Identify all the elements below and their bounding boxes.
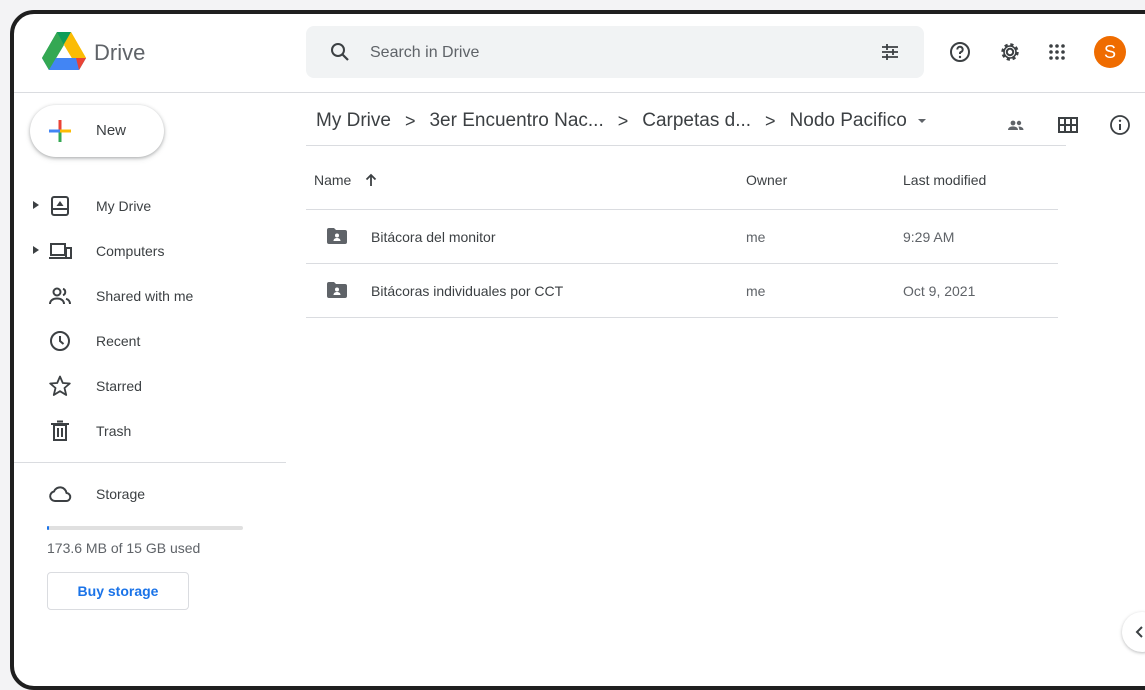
shared-folder-icon[interactable] xyxy=(1004,113,1028,137)
chevron-right-icon: > xyxy=(617,110,629,131)
cloud-icon xyxy=(49,486,72,503)
computers-icon xyxy=(49,243,72,259)
content-divider xyxy=(306,145,1066,146)
app-title[interactable]: Drive xyxy=(94,40,145,66)
trash-icon xyxy=(51,420,69,441)
column-header-name[interactable]: Name xyxy=(314,172,351,188)
top-bar: Drive S xyxy=(14,14,1145,93)
sidebar-item-label: My Drive xyxy=(96,198,152,214)
table-row[interactable]: Bitácora del monitor me 9:29 AM xyxy=(306,209,1058,264)
sidebar-item-starred[interactable]: Starred xyxy=(14,366,290,406)
sidebar-item-label: Trash xyxy=(96,423,132,439)
storage-usage-text: 173.6 MB of 15 GB used xyxy=(47,540,201,556)
storage-usage-bar xyxy=(47,526,243,530)
chevron-right-icon: > xyxy=(765,110,776,131)
column-header-owner[interactable]: Owner xyxy=(746,172,787,188)
breadcrumb-item[interactable]: My Drive xyxy=(316,110,391,132)
clock-icon xyxy=(50,331,70,351)
buy-storage-button[interactable]: Buy storage xyxy=(47,572,189,610)
sort-arrow-up-icon[interactable] xyxy=(363,172,379,188)
info-icon[interactable] xyxy=(1108,113,1132,137)
table-bottom-divider xyxy=(306,317,1058,318)
sidebar-item-storage[interactable]: Storage xyxy=(14,474,290,514)
file-name: Bitácora del monitor xyxy=(371,229,496,245)
shared-icon xyxy=(49,287,71,305)
expand-caret-icon[interactable] xyxy=(30,244,42,256)
sidebar-item-label: Shared with me xyxy=(96,288,194,304)
breadcrumb-item[interactable]: Carpetas d... xyxy=(642,110,751,132)
search-input[interactable] xyxy=(368,38,852,68)
search-options-icon[interactable] xyxy=(878,40,902,64)
star-icon xyxy=(49,375,71,396)
search-bar[interactable] xyxy=(306,26,924,78)
drive-logo-icon[interactable] xyxy=(42,32,86,72)
sidebar-item-label: Computers xyxy=(96,243,165,259)
account-avatar[interactable]: S xyxy=(1094,36,1126,68)
sidebar-item-recent[interactable]: Recent xyxy=(14,321,290,361)
sidebar-item-computers[interactable]: Computers xyxy=(14,231,290,271)
column-header-last-modified[interactable]: Last modified xyxy=(903,172,986,188)
sidebar-item-label: Recent xyxy=(96,333,141,349)
file-last-modified: 9:29 AM xyxy=(903,229,955,245)
apps-grid-icon[interactable] xyxy=(1045,40,1069,64)
help-icon[interactable] xyxy=(948,40,972,64)
table-row[interactable]: Bitácoras individuales por CCT me Oct 9,… xyxy=(306,263,1058,318)
chevron-left-icon xyxy=(1135,626,1143,638)
new-button-label: New xyxy=(96,122,127,139)
breadcrumb-item[interactable]: 3er Encuentro Nac... xyxy=(429,110,603,132)
shared-folder-icon xyxy=(327,282,347,298)
sidebar: New My Drive Computers Shared with me Re… xyxy=(14,93,290,686)
storage-usage-fill xyxy=(47,526,50,530)
plus-icon xyxy=(49,120,71,142)
shared-folder-icon xyxy=(327,228,347,244)
file-name: Bitácoras individuales por CCT xyxy=(371,283,564,299)
expand-caret-icon[interactable] xyxy=(30,199,42,211)
search-icon[interactable] xyxy=(328,40,352,64)
sidebar-item-my-drive[interactable]: My Drive xyxy=(14,186,290,226)
sidebar-item-label: Starred xyxy=(96,378,142,394)
grid-view-icon[interactable] xyxy=(1056,113,1080,137)
breadcrumb-current[interactable]: Nodo Pacifico xyxy=(790,110,907,132)
file-last-modified: Oct 9, 2021 xyxy=(903,283,976,299)
settings-icon[interactable] xyxy=(998,40,1022,64)
breadcrumb: My Drive > 3er Encuentro Nac... > Carpet… xyxy=(316,109,927,133)
file-owner: me xyxy=(746,229,766,245)
chevron-right-icon: > xyxy=(404,110,416,131)
sidebar-item-label: Storage xyxy=(96,486,146,502)
my-drive-icon xyxy=(51,196,69,216)
dropdown-caret-icon[interactable] xyxy=(917,116,927,126)
sidebar-item-shared-with-me[interactable]: Shared with me xyxy=(14,276,290,316)
file-owner: me xyxy=(746,283,766,299)
new-button[interactable]: New xyxy=(30,105,164,157)
table-header: Name Owner Last modified xyxy=(306,159,1058,199)
sidebar-divider xyxy=(14,462,286,463)
main-content: My Drive > 3er Encuentro Nac... > Carpet… xyxy=(306,93,1145,686)
drive-window: Drive Search in Drive S New My Drive Com… xyxy=(10,10,1145,690)
sidebar-item-trash[interactable]: Trash xyxy=(14,411,290,451)
